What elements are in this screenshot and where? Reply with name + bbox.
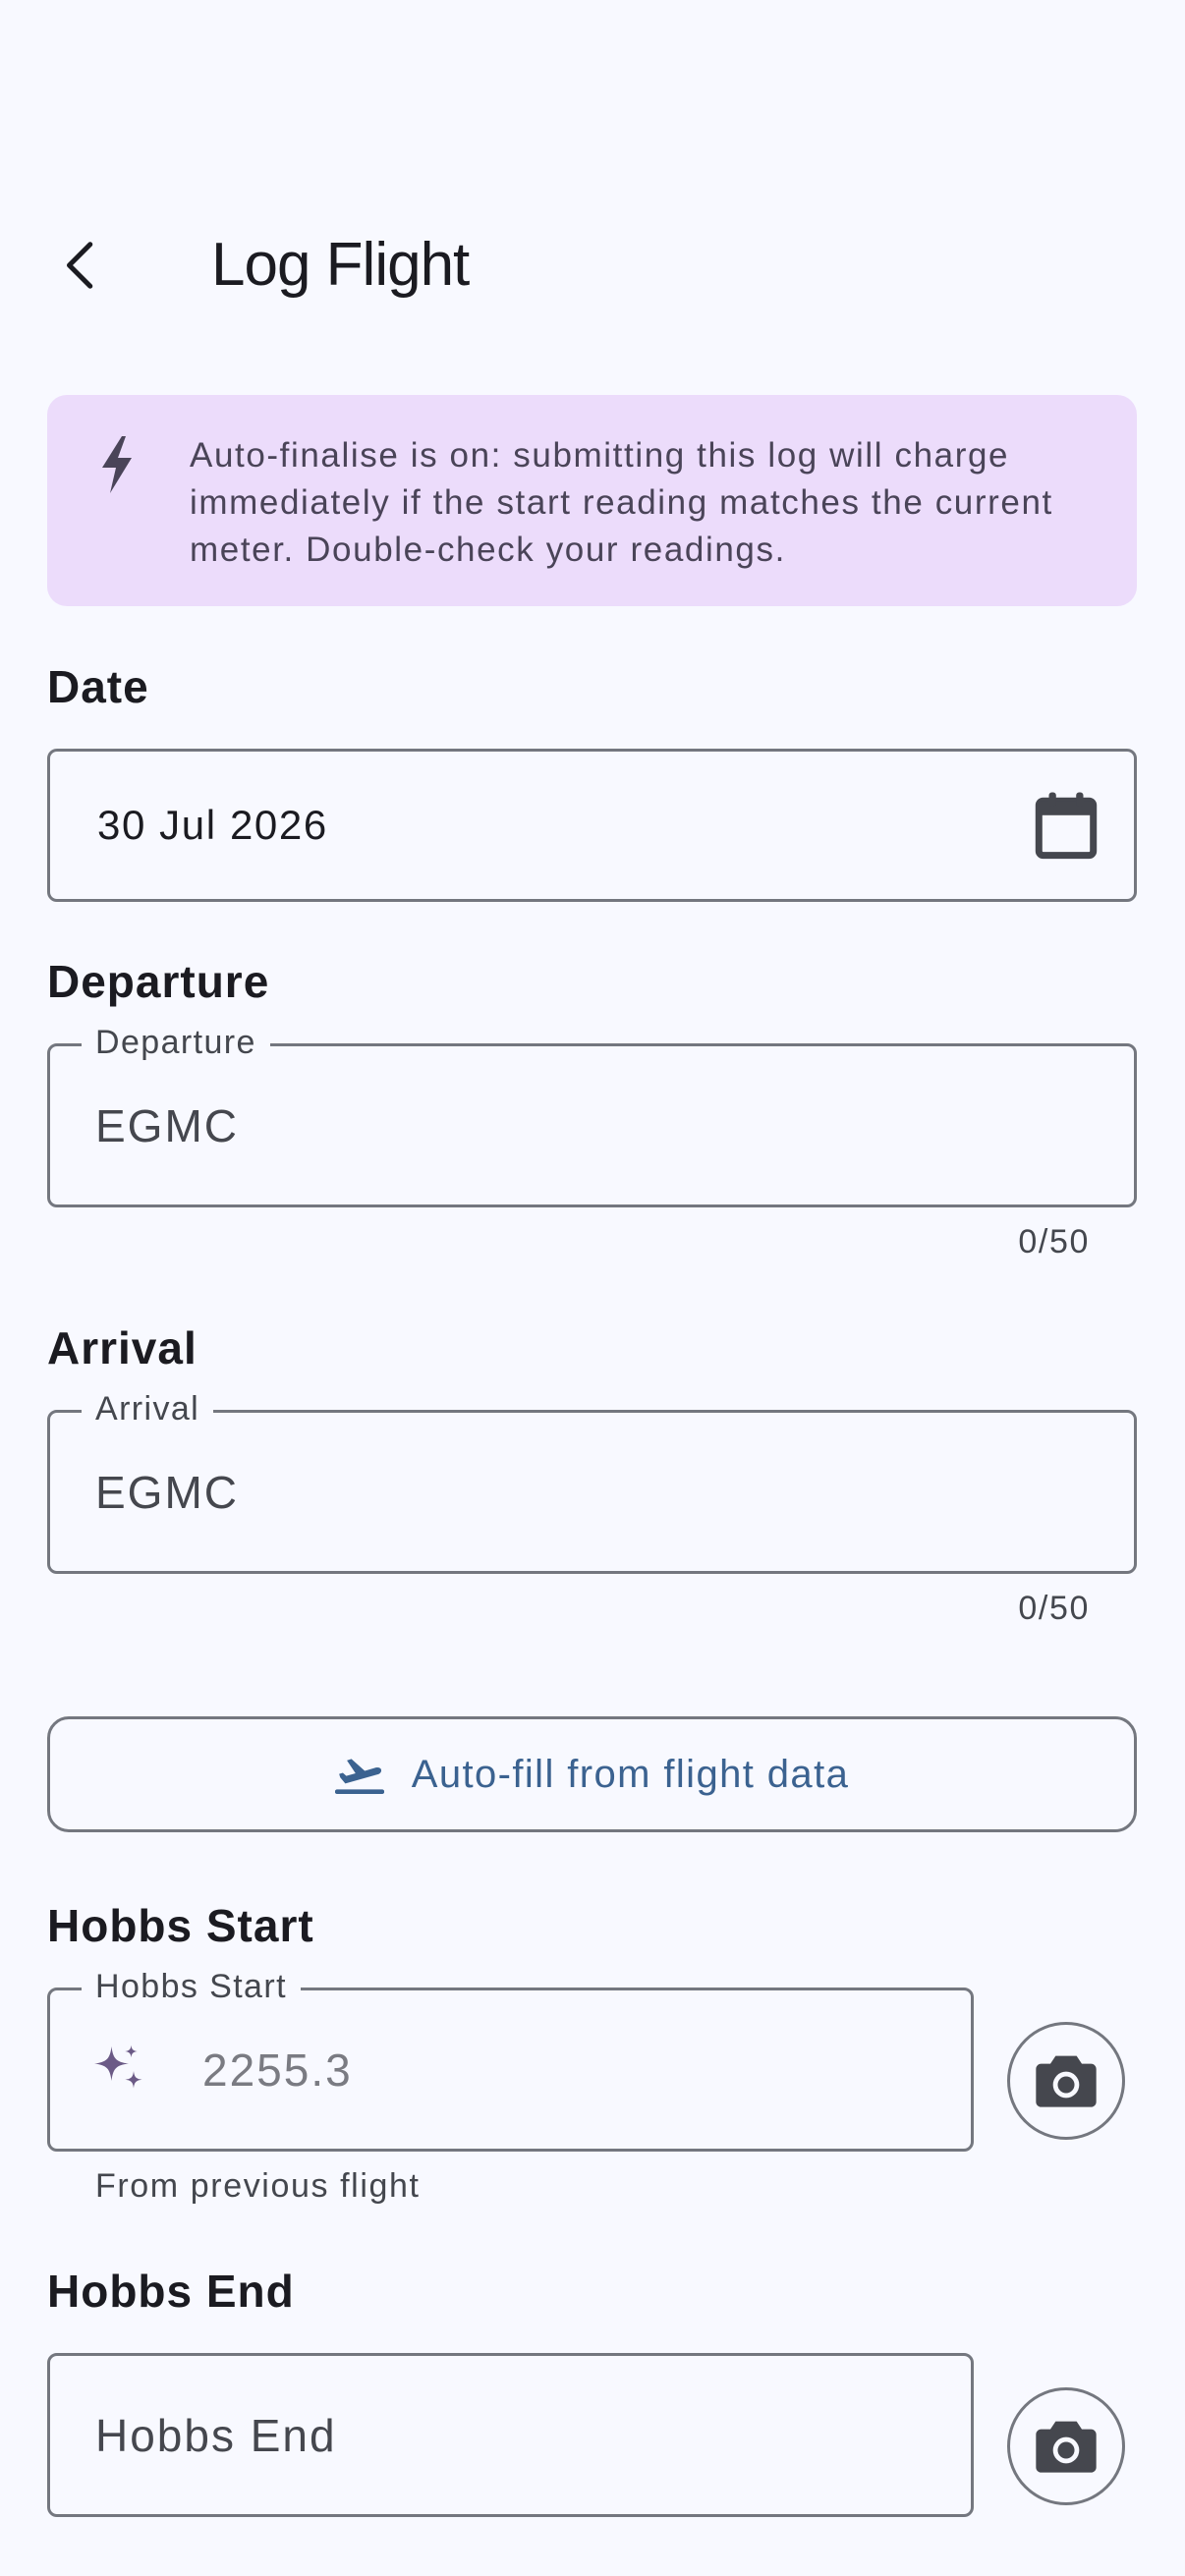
page-title: Log Flight bbox=[211, 231, 470, 299]
hobbs-end-placeholder: Hobbs End bbox=[95, 2409, 337, 2461]
hobbs-start-section-label: Hobbs Start bbox=[47, 1900, 314, 1951]
hobbs-start-helper-text: From previous flight bbox=[95, 2167, 421, 2205]
date-section-label: Date bbox=[47, 661, 149, 712]
calendar-icon[interactable] bbox=[1034, 791, 1099, 860]
auto-finalise-banner: Auto-finalise is on: submitting this log… bbox=[47, 395, 1137, 606]
departure-section-label: Departure bbox=[47, 956, 270, 1007]
departure-char-counter: 0/50 bbox=[1018, 1223, 1090, 1260]
arrival-value: EGMC bbox=[95, 1466, 239, 1518]
arrival-section-label: Arrival bbox=[47, 1322, 198, 1373]
departure-field-label: Departure bbox=[82, 1021, 270, 1064]
hobbs-end-section-label: Hobbs End bbox=[47, 2266, 295, 2317]
banner-text: Auto-finalise is on: submitting this log… bbox=[190, 436, 1053, 569]
arrival-input[interactable]: Arrival EGMC bbox=[47, 1387, 1137, 1574]
hobbs-end-input[interactable]: Hobbs End bbox=[47, 2353, 974, 2517]
departure-value: EGMC bbox=[95, 1099, 239, 1151]
arrival-char-counter: 0/50 bbox=[1018, 1590, 1090, 1627]
autofill-button-label: Auto-fill from flight data bbox=[411, 1752, 850, 1796]
hobbs-start-camera-button[interactable] bbox=[1007, 2022, 1125, 2140]
hobbs-start-field-label: Hobbs Start bbox=[82, 1965, 301, 2008]
departure-input[interactable]: Departure EGMC bbox=[47, 1021, 1137, 1207]
date-value: 30 Jul 2026 bbox=[97, 802, 328, 848]
sparkle-icon bbox=[94, 2044, 142, 2089]
hobbs-start-input[interactable]: Hobbs Start 2255.3 bbox=[47, 1965, 974, 2152]
camera-icon bbox=[1036, 2055, 1097, 2107]
arrival-field-label: Arrival bbox=[82, 1387, 214, 1430]
top-app-bar: Log Flight bbox=[0, 201, 1185, 329]
autofill-flight-data-button[interactable]: Auto-fill from flight data bbox=[47, 1716, 1137, 1832]
chevron-left-icon bbox=[67, 242, 93, 289]
date-field[interactable]: 30 Jul 2026 bbox=[47, 749, 1137, 902]
camera-icon bbox=[1036, 2421, 1097, 2473]
back-button[interactable] bbox=[37, 221, 126, 309]
hobbs-start-value: 2255.3 bbox=[202, 2044, 353, 2096]
flight-takeoff-icon bbox=[334, 1759, 384, 1794]
lightning-icon bbox=[102, 436, 132, 493]
hobbs-end-camera-button[interactable] bbox=[1007, 2387, 1125, 2505]
